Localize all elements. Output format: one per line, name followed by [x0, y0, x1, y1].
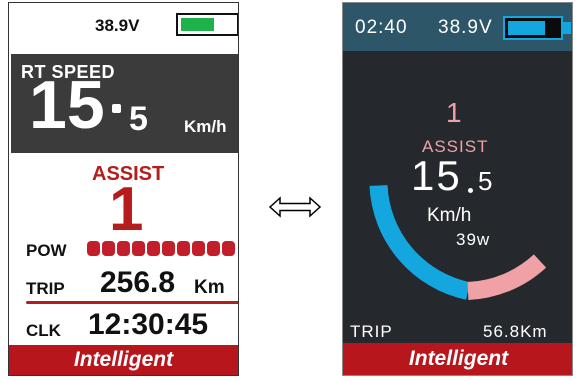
trip-label: TRIP [26, 279, 65, 298]
power-segment [102, 241, 115, 256]
power-segment [162, 241, 175, 256]
speed-decimal-point [112, 104, 121, 113]
speed-arc [369, 184, 471, 300]
power-segment [207, 241, 220, 256]
speed-fraction: 5 [478, 166, 493, 196]
power-segment [222, 241, 235, 256]
power-segment [192, 241, 205, 256]
power-segment [87, 241, 100, 256]
clock-label: CLK [26, 321, 61, 340]
power-segment [177, 241, 190, 256]
speed-decimal-point [468, 188, 473, 193]
power-bar [87, 241, 235, 256]
trip-label: TRIP [350, 322, 393, 341]
power-segment [132, 241, 145, 256]
speed-fraction: 5 [129, 100, 148, 138]
power-arc [467, 254, 547, 300]
trip-value: 56.8Km [483, 322, 548, 341]
power-readout: 39w [456, 230, 491, 249]
voltage-readout: 38.9V [95, 16, 140, 35]
battery-fill [181, 18, 214, 31]
footer-brand: Intelligent [73, 348, 174, 371]
speed-integer: 15 [29, 67, 105, 143]
clock-value: 12:30:45 [88, 308, 209, 341]
power-segment [117, 241, 130, 256]
footer-brand: Intelligent [408, 347, 509, 370]
power-segment [147, 241, 160, 256]
assist-level: 1 [109, 175, 144, 244]
battery-icon [176, 13, 238, 36]
trip-unit: Km [194, 277, 225, 298]
double-arrow-icon [268, 196, 322, 218]
dark-theme-display: 02:40 38.9V 1 ASSIST 15 5 Km/h 39w TRIP … [342, 2, 573, 376]
power-label: POW [26, 241, 67, 260]
light-theme-display: 38.9V RT SPEED 15 5 Km/h ASSIST 1 POW TR… [8, 2, 239, 376]
speed-integer: 15 [411, 152, 462, 199]
divider [26, 301, 238, 304]
trip-value: 256.8 [100, 266, 176, 299]
speed-unit: Km/h [184, 117, 227, 136]
assist-level: 1 [446, 97, 462, 128]
speed-unit: Km/h [427, 205, 472, 226]
